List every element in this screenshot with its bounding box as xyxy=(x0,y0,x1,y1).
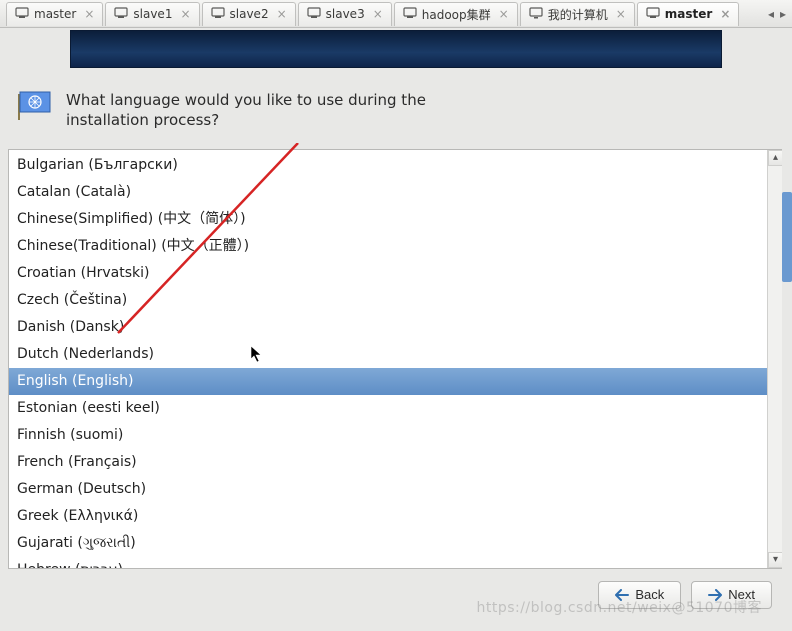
next-button-label: Next xyxy=(728,587,755,602)
tab-slave2-2[interactable]: slave2 × xyxy=(202,2,296,26)
tab-scroll-left-icon[interactable]: ◂ xyxy=(768,7,774,21)
language-option[interactable]: Bulgarian (Български) xyxy=(9,152,767,179)
monitor-icon xyxy=(529,7,543,22)
tab-hadoop集群-4[interactable]: hadoop集群 × xyxy=(394,2,518,26)
language-option[interactable]: Chinese(Traditional) (中文（正體）) xyxy=(9,233,767,260)
prompt-row: What language would you like to use duri… xyxy=(18,90,774,131)
tab-bar: master×slave1×slave2×slave3×hadoop集群×我的计… xyxy=(0,0,792,28)
installer-header-banner xyxy=(70,30,722,68)
language-option[interactable]: Croatian (Hrvatski) xyxy=(9,260,767,287)
close-icon[interactable]: × xyxy=(720,7,730,21)
un-flag-icon xyxy=(18,90,54,120)
vm-icon xyxy=(646,7,660,22)
language-list-frame: Bulgarian (Български)Catalan (Català)Chi… xyxy=(8,149,784,569)
close-icon[interactable]: × xyxy=(277,7,287,21)
language-list[interactable]: Bulgarian (Български)Catalan (Català)Chi… xyxy=(9,150,767,568)
language-option[interactable]: German (Deutsch) xyxy=(9,476,767,503)
language-option[interactable]: Estonian (eesti keel) xyxy=(9,395,767,422)
close-icon[interactable]: × xyxy=(616,7,626,21)
next-button[interactable]: Next xyxy=(691,581,772,609)
tab-master-0[interactable]: master × xyxy=(6,2,103,26)
tab-label: hadoop集群 xyxy=(422,6,491,23)
outer-scrollbar-thumb[interactable] xyxy=(782,192,792,282)
tab-label: slave3 xyxy=(326,7,365,21)
close-icon[interactable]: × xyxy=(499,7,509,21)
close-icon[interactable]: × xyxy=(373,7,383,21)
language-option[interactable]: Dutch (Nederlands) xyxy=(9,341,767,368)
vm-icon xyxy=(114,7,128,22)
back-button[interactable]: Back xyxy=(598,581,681,609)
tab-scroll-arrows: ◂ ▸ xyxy=(768,7,786,21)
close-icon[interactable]: × xyxy=(180,7,190,21)
language-option[interactable]: Gujarati (ગુજરાતી) xyxy=(9,530,767,557)
language-option[interactable]: Greek (Ελληνικά) xyxy=(9,503,767,530)
tab-我的计算机-5[interactable]: 我的计算机 × xyxy=(520,2,635,26)
tab-label: slave1 xyxy=(133,7,172,21)
language-option[interactable]: Hebrew (עברית) xyxy=(9,557,767,568)
close-icon[interactable]: × xyxy=(84,7,94,21)
arrow-right-icon xyxy=(708,589,722,601)
outer-scrollbar[interactable] xyxy=(782,32,792,592)
back-button-label: Back xyxy=(635,587,664,602)
list-scrollbar[interactable]: ▴ ▾ xyxy=(767,150,783,568)
language-option[interactable]: English (English) xyxy=(9,368,767,395)
vm-icon xyxy=(15,7,29,22)
tab-slave3-3[interactable]: slave3 × xyxy=(298,2,392,26)
vm-icon xyxy=(403,7,417,22)
tab-label: master xyxy=(665,7,713,21)
language-option[interactable]: Czech (Čeština) xyxy=(9,287,767,314)
tab-slave1-1[interactable]: slave1 × xyxy=(105,2,199,26)
scroll-up-icon[interactable]: ▴ xyxy=(768,150,783,166)
vm-icon xyxy=(211,7,225,22)
language-option[interactable]: Danish (Dansk) xyxy=(9,314,767,341)
prompt-text: What language would you like to use duri… xyxy=(66,90,466,131)
language-option[interactable]: Finnish (suomi) xyxy=(9,422,767,449)
tab-label: slave2 xyxy=(230,7,269,21)
scroll-down-icon[interactable]: ▾ xyxy=(768,552,783,568)
wizard-button-bar: Back Next xyxy=(0,569,792,609)
language-option[interactable]: Catalan (Català) xyxy=(9,179,767,206)
tab-master-6[interactable]: master × xyxy=(637,2,740,26)
tab-label: 我的计算机 xyxy=(548,6,608,23)
tab-scroll-right-icon[interactable]: ▸ xyxy=(780,7,786,21)
arrow-left-icon xyxy=(615,589,629,601)
tab-label: master xyxy=(34,7,76,21)
vm-icon xyxy=(307,7,321,22)
language-option[interactable]: Chinese(Simplified) (中文（简体）) xyxy=(9,206,767,233)
language-option[interactable]: French (Français) xyxy=(9,449,767,476)
